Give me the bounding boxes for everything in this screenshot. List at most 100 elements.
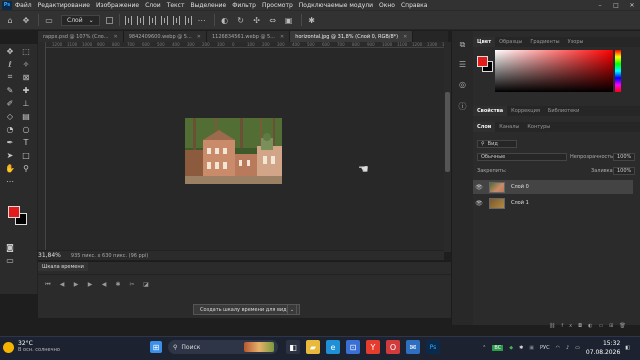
document-tab[interactable]: rappx.psd @ 107% (Сло... ✕ [38,31,124,42]
create-video-timeline-button[interactable]: Создать шкалу времени для видео [193,304,300,315]
document-image[interactable] [185,118,282,184]
tab-properties[interactable]: Свойства [473,106,508,116]
more-icon[interactable]: ⋯ [196,14,208,26]
clone-stamp-tool-icon[interactable]: ⊥ [20,97,32,109]
pan-icon[interactable]: ✣ [251,14,263,26]
eyedropper-tool-icon[interactable]: ✎ [4,84,16,96]
menu-type[interactable]: Текст [167,2,185,9]
tab-channels[interactable]: Каналы [495,122,523,132]
transition-icon[interactable]: ◪ [140,280,152,289]
align-right-icon[interactable] [148,15,156,25]
audio-icon[interactable]: ◀ [98,280,110,289]
info-icon[interactable]: ⓘ [457,101,468,112]
document-tab-active[interactable]: horizontal.jpg @ 31,8% (Слой 0, RGB/8*) ✕ [290,31,414,42]
rotate-icon[interactable]: ↻ [235,14,247,26]
next-frame-icon[interactable]: ▶ [84,280,96,289]
menu-file[interactable]: Файл [15,2,32,9]
group-icon[interactable]: ▭ [598,323,609,329]
tab-adjustments[interactable]: Коррекция [507,106,544,116]
zoom-tool-icon[interactable]: ⚲ [20,162,32,174]
slide-icon[interactable]: ⇔ [267,14,279,26]
tab-patterns[interactable]: Узоры [564,37,588,47]
video-icon[interactable]: ▣ [283,14,295,26]
align-bottom-icon[interactable] [184,15,192,25]
layer-select[interactable]: Слой ⌄ [61,14,100,26]
tab-color[interactable]: Цвет [473,37,496,47]
document-tab[interactable]: 9842409600.webp @ 5... ✕ [123,31,207,42]
tab-swatches[interactable]: Образцы [495,37,526,47]
weather-widget[interactable]: 32°C В осн. солнечно [3,340,60,354]
play-icon[interactable]: ▶ [70,280,82,289]
hand-tool-icon[interactable]: ✋ [4,162,16,174]
lasso-tool-icon[interactable]: ℓ [4,58,16,70]
zoom-level[interactable]: 31,84% [38,252,61,259]
close-tab-icon[interactable]: ✕ [197,34,201,40]
mail-icon[interactable]: ✉ [406,340,420,354]
volume-icon[interactable]: ♪ [566,345,569,351]
rectangle-tool-icon[interactable]: □ [20,149,32,161]
close-tab-icon[interactable]: ✕ [114,34,118,40]
frame-tool-icon[interactable]: ⊠ [20,71,32,83]
move-tool-icon[interactable]: ✥ [4,45,16,57]
color-panel-fg-swatch[interactable] [477,56,488,67]
battery-icon[interactable]: ▭ [575,345,580,351]
home-icon[interactable]: ⌂ [4,14,16,26]
eraser-tool-icon[interactable]: ◇ [4,110,16,122]
healing-brush-tool-icon[interactable]: ✚ [20,84,32,96]
file-explorer-icon[interactable]: ▰ [306,340,320,354]
menu-image[interactable]: Изображение [96,2,139,9]
foreground-color-swatch[interactable] [8,206,20,218]
document-tab[interactable]: 1126834561.webp @ 5... ✕ [206,31,291,42]
brush-tool-icon[interactable]: ✐ [4,97,16,109]
menu-window[interactable]: Окно [379,2,395,9]
screen-mode-icon[interactable]: ▭ [4,254,16,266]
timeline-tab[interactable]: Шкала времени [38,262,88,271]
mask-icon[interactable]: ◘ [578,323,588,329]
align-middle-icon[interactable] [172,15,180,25]
layer-row-selected[interactable]: 👁 Слой 0 [473,180,633,194]
quick-mask-icon[interactable]: ◙ [4,241,16,253]
yandex-browser-icon[interactable]: Y [366,340,380,354]
align-left-icon[interactable] [124,15,132,25]
notifications-icon[interactable]: ◧ [625,345,630,351]
transform-controls-checkbox[interactable] [105,16,113,24]
tab-libraries[interactable]: Библиотеки [544,106,584,116]
move-tool-icon[interactable]: ✥ [20,14,32,26]
trash-icon[interactable]: 🗑 [619,323,631,329]
chevron-up-icon[interactable]: ⌃ [482,345,486,351]
color-field[interactable] [495,50,613,92]
fill-field[interactable]: 100% [613,167,635,175]
opera-icon[interactable]: O [386,340,400,354]
tray-app-icon[interactable]: ВС [492,345,504,351]
adjustments-icon[interactable]: ☰ [457,59,468,70]
auto-select-icon[interactable]: ▭ [43,14,55,26]
menu-filter[interactable]: Фильтр [232,2,256,9]
settings-gear-icon[interactable]: ✱ [112,280,124,289]
magic-wand-tool-icon[interactable]: ✧ [20,58,32,70]
first-frame-icon[interactable]: ⏮ [42,280,54,289]
menu-help[interactable]: Справка [401,2,427,9]
layer-row[interactable]: 👁 Слой 1 [473,196,633,210]
link-layers-icon[interactable]: ⛓ [549,323,561,329]
blend-mode-select[interactable]: Обычные [477,153,567,161]
menu-select[interactable]: Выделение [190,2,226,9]
tab-layers[interactable]: Слои [473,122,496,132]
maximize-button[interactable]: □ [608,0,624,10]
crop-tool-icon[interactable]: ⌗ [4,71,16,83]
minimize-button[interactable]: – [592,0,608,10]
wifi-icon[interactable]: ◠ [556,345,560,351]
vertical-scrollbar-thumb[interactable] [445,92,450,172]
new-layer-icon[interactable]: ⊞ [609,323,619,329]
fx-icon[interactable]: fx [561,323,578,329]
3d-mode-icon[interactable]: ◐ [219,14,231,26]
path-select-tool-icon[interactable]: ➤ [4,149,16,161]
hue-slider[interactable] [615,50,621,92]
language-indicator[interactable]: РУС [540,345,550,351]
align-center-icon[interactable] [136,15,144,25]
blur-tool-icon[interactable]: ◔ [4,123,16,135]
tray-app-icon[interactable]: ▣ [529,345,534,351]
close-tab-icon[interactable]: ✕ [403,34,407,40]
tray-app-icon[interactable]: ◆ [509,345,513,351]
edge-icon[interactable]: e [326,340,340,354]
dodge-tool-icon[interactable]: ○ [20,123,32,135]
